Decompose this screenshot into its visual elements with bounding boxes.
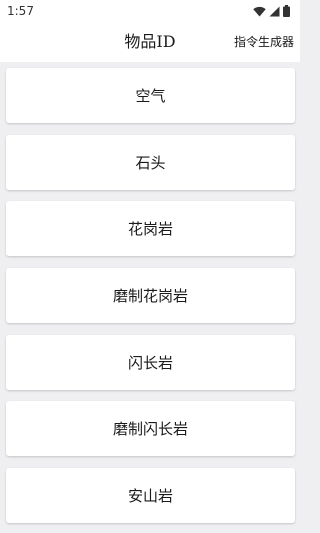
list-item-label: 安山岩 (127, 487, 173, 506)
list-item-label: 空气 (135, 87, 166, 105)
app-screen: 1:57 物品ID 指令生成器 空气 石头 花岗岩 磨制花岗岩 闪长岩 磨制闪长… (0, 0, 300, 533)
list-item[interactable]: 闪长岩 (6, 334, 295, 390)
list-item[interactable]: 磨制闪长岩 (6, 401, 295, 457)
list-item[interactable]: 石头 (6, 134, 295, 190)
list-item-label: 闪长岩 (127, 353, 173, 372)
wifi-icon (253, 6, 266, 17)
list-item[interactable]: 花岗岩 (6, 201, 295, 257)
cellular-signal-icon (269, 6, 280, 17)
status-icons (253, 5, 290, 17)
item-list: 空气 石头 花岗岩 磨制花岗岩 闪长岩 磨制闪长岩 安山岩 (6, 68, 295, 533)
list-item[interactable]: 空气 (6, 68, 295, 123)
list-item-label: 磨制闪长岩 (112, 420, 188, 439)
list-item-label: 石头 (135, 153, 166, 172)
status-bar: 1:57 (0, 0, 300, 22)
list-item[interactable]: 磨制花岗岩 (6, 268, 295, 324)
command-generator-button[interactable]: 指令生成器 (232, 22, 296, 62)
list-item-label: 磨制花岗岩 (112, 287, 188, 306)
status-time: 1:57 (7, 4, 34, 18)
list-item[interactable]: 安山岩 (6, 468, 295, 524)
app-bar: 物品ID 指令生成器 (0, 22, 300, 62)
battery-icon (283, 5, 290, 17)
list-item-label: 花岗岩 (127, 220, 173, 239)
